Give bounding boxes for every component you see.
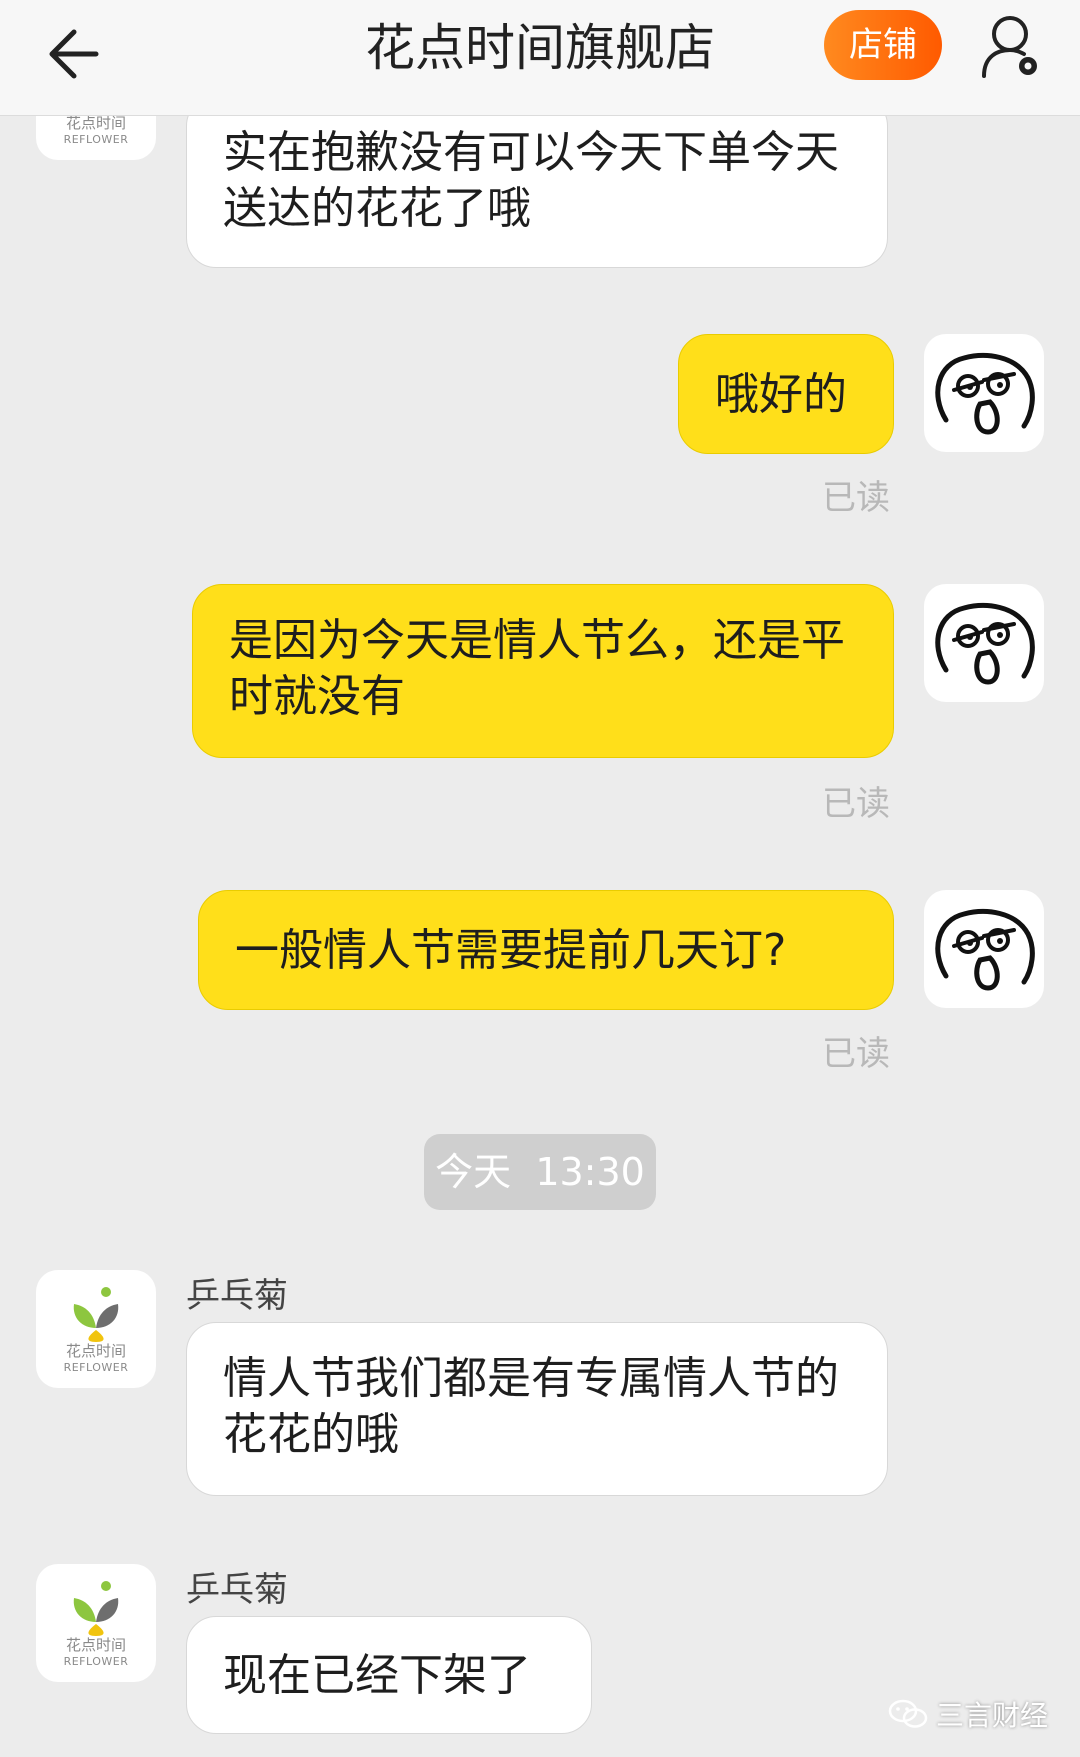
- logo-text: 花点时间: [65, 114, 126, 132]
- shop-avatar[interactable]: 花点时间 REFLOWER: [36, 1270, 156, 1388]
- user-settings-icon[interactable]: [980, 12, 1044, 80]
- message-bubble[interactable]: 现在已经下架了: [186, 1616, 592, 1734]
- message-bubble[interactable]: 一般情人节需要提前几天订?: [198, 890, 894, 1010]
- shocked-face-icon: [935, 909, 1035, 991]
- message-text: 是因为今天是情人节么，还是平时就没有: [229, 615, 845, 722]
- message-text: 哦好的: [715, 369, 847, 420]
- message-text: 现在已经下架了: [223, 1650, 531, 1701]
- read-status: 已读: [822, 784, 890, 824]
- logo-text: 花点时间: [65, 1342, 126, 1360]
- message-bubble[interactable]: 哦好的: [678, 334, 894, 454]
- time-separator: 今天 13:30: [424, 1134, 656, 1210]
- butterfly-logo-icon: [73, 1287, 119, 1342]
- butterfly-logo-icon: [73, 1581, 119, 1636]
- logo-subtext: REFLOWER: [63, 1655, 129, 1668]
- read-status: 已读: [822, 478, 890, 518]
- message-bubble[interactable]: 实在抱歉没有可以今天下单今天送达的花花了哦: [186, 96, 888, 268]
- shocked-face-icon: [935, 353, 1035, 435]
- top-bar: 花点时间旗舰店 店铺: [0, 0, 1080, 116]
- logo-subtext: REFLOWER: [63, 1361, 129, 1374]
- message-text: 一般情人节需要提前几天订?: [235, 925, 787, 976]
- message-bubble[interactable]: 是因为今天是情人节么，还是平时就没有: [192, 584, 894, 758]
- shocked-face-icon: [935, 603, 1035, 685]
- read-status: 已读: [822, 1034, 890, 1074]
- user-avatar[interactable]: [924, 890, 1044, 1008]
- user-avatar[interactable]: [924, 584, 1044, 702]
- sender-name: 乒乓菊: [186, 1276, 288, 1316]
- chat-area: 花点时间 REFLOWER 实在抱歉没有可以今天下单今天送达的花花了哦 哦好的 …: [0, 0, 1080, 1757]
- logo-text: 花点时间: [65, 1636, 126, 1654]
- wechat-icon: [888, 1699, 928, 1728]
- message-text: 实在抱歉没有可以今天下单今天送达的花花了哦: [223, 127, 839, 234]
- watermark: 三言财经: [888, 1692, 1048, 1736]
- message-bubble[interactable]: 情人节我们都是有专属情人节的花花的哦: [186, 1322, 888, 1496]
- shop-avatar[interactable]: 花点时间 REFLOWER: [36, 1564, 156, 1682]
- user-avatar[interactable]: [924, 334, 1044, 452]
- sender-name: 乒乓菊: [186, 1570, 288, 1610]
- watermark-text: 三言财经: [936, 1699, 1049, 1732]
- logo-subtext: REFLOWER: [63, 133, 129, 146]
- shop-button[interactable]: 店铺: [824, 10, 942, 80]
- message-text: 情人节我们都是有专属情人节的花花的哦: [223, 1353, 839, 1460]
